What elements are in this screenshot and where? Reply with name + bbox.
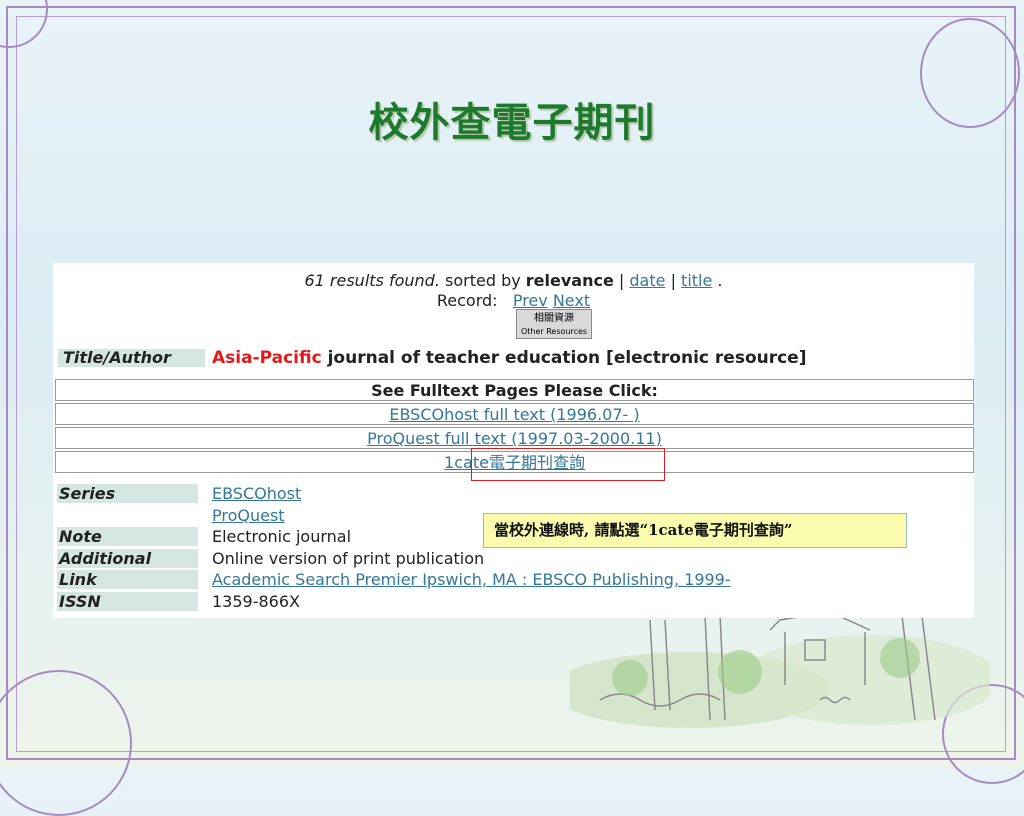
link-academic-search-premier[interactable]: Academic Search Premier Ipswich, MA : EB… [212, 570, 731, 589]
fulltext-row: EBSCOhost full text (1996.07- ) [55, 403, 974, 425]
detail-label: Link [57, 570, 198, 589]
additional-form-value: Online version of print publication [212, 548, 485, 568]
title-highlight: Asia-Pacific [212, 348, 322, 368]
other-resources-label-cn: 相關資源 [534, 313, 574, 324]
record-navigation: Record: Prev Next [53, 291, 974, 310]
detail-row: ISSN 1359-866X [57, 591, 972, 613]
record-label: Record: [436, 291, 498, 310]
detail-label: ISSN [57, 591, 198, 611]
series-ebscohost-link[interactable]: EBSCOhost [212, 484, 301, 503]
other-resources-label-en: Other Resources [520, 327, 588, 336]
results-count: 61 results found. [304, 271, 440, 290]
issn-value: 1359-866X [212, 591, 300, 611]
detail-row: Series EBSCOhost [57, 483, 972, 505]
other-resources-button[interactable]: 相關資源 Other Resources [516, 309, 592, 339]
detail-label: Note [57, 527, 198, 546]
sort-by-date-link[interactable]: date [629, 271, 665, 290]
ebscohost-fulltext-link[interactable]: EBSCOhost full text (1996.07- ) [389, 405, 639, 424]
detail-row: Link Academic Search Premier Ipswich, MA… [57, 569, 972, 591]
note-value: Electronic journal [212, 527, 352, 546]
sorted-by-text: sorted by [445, 271, 521, 290]
title-author-value: Asia-Pacific journal of teacher educatio… [212, 349, 806, 367]
title-author-row: Title/Author Asia-Pacific journal of tea… [55, 347, 970, 369]
prev-record-link[interactable]: Prev [513, 291, 548, 310]
fulltext-header: See Fulltext Pages Please Click: [55, 379, 974, 401]
title-rest: journal of teacher education [electronic… [327, 348, 807, 368]
next-record-link[interactable]: Next [553, 291, 590, 310]
period: . [717, 271, 723, 290]
sort-by-title-link[interactable]: title [681, 271, 712, 290]
detail-label: Additional Form [57, 548, 198, 587]
catalog-screenshot: 61 results found. sorted by relevance | … [53, 263, 974, 618]
highlight-box [471, 448, 665, 481]
fulltext-row: ProQuest full text (1997.03-2000.11) [55, 427, 974, 449]
slide-title: 校外查電子期刊 [368, 99, 656, 146]
sort-relevance: relevance [525, 271, 614, 290]
separator: | [618, 271, 625, 290]
series-proquest-link[interactable]: ProQuest [212, 506, 285, 525]
title-author-label: Title/Author [58, 349, 205, 367]
proquest-fulltext-link[interactable]: ProQuest full text (1997.03-2000.11) [367, 429, 662, 448]
detail-row: Additional Form Online version of print … [57, 548, 972, 587]
results-summary: 61 results found. sorted by relevance | … [53, 271, 974, 290]
instruction-callout: 當校外連線時, 請點選“1cate電子期刊查詢” [483, 513, 907, 548]
detail-label: Series [57, 484, 198, 503]
separator: | [670, 271, 676, 290]
detail-label [57, 506, 198, 525]
